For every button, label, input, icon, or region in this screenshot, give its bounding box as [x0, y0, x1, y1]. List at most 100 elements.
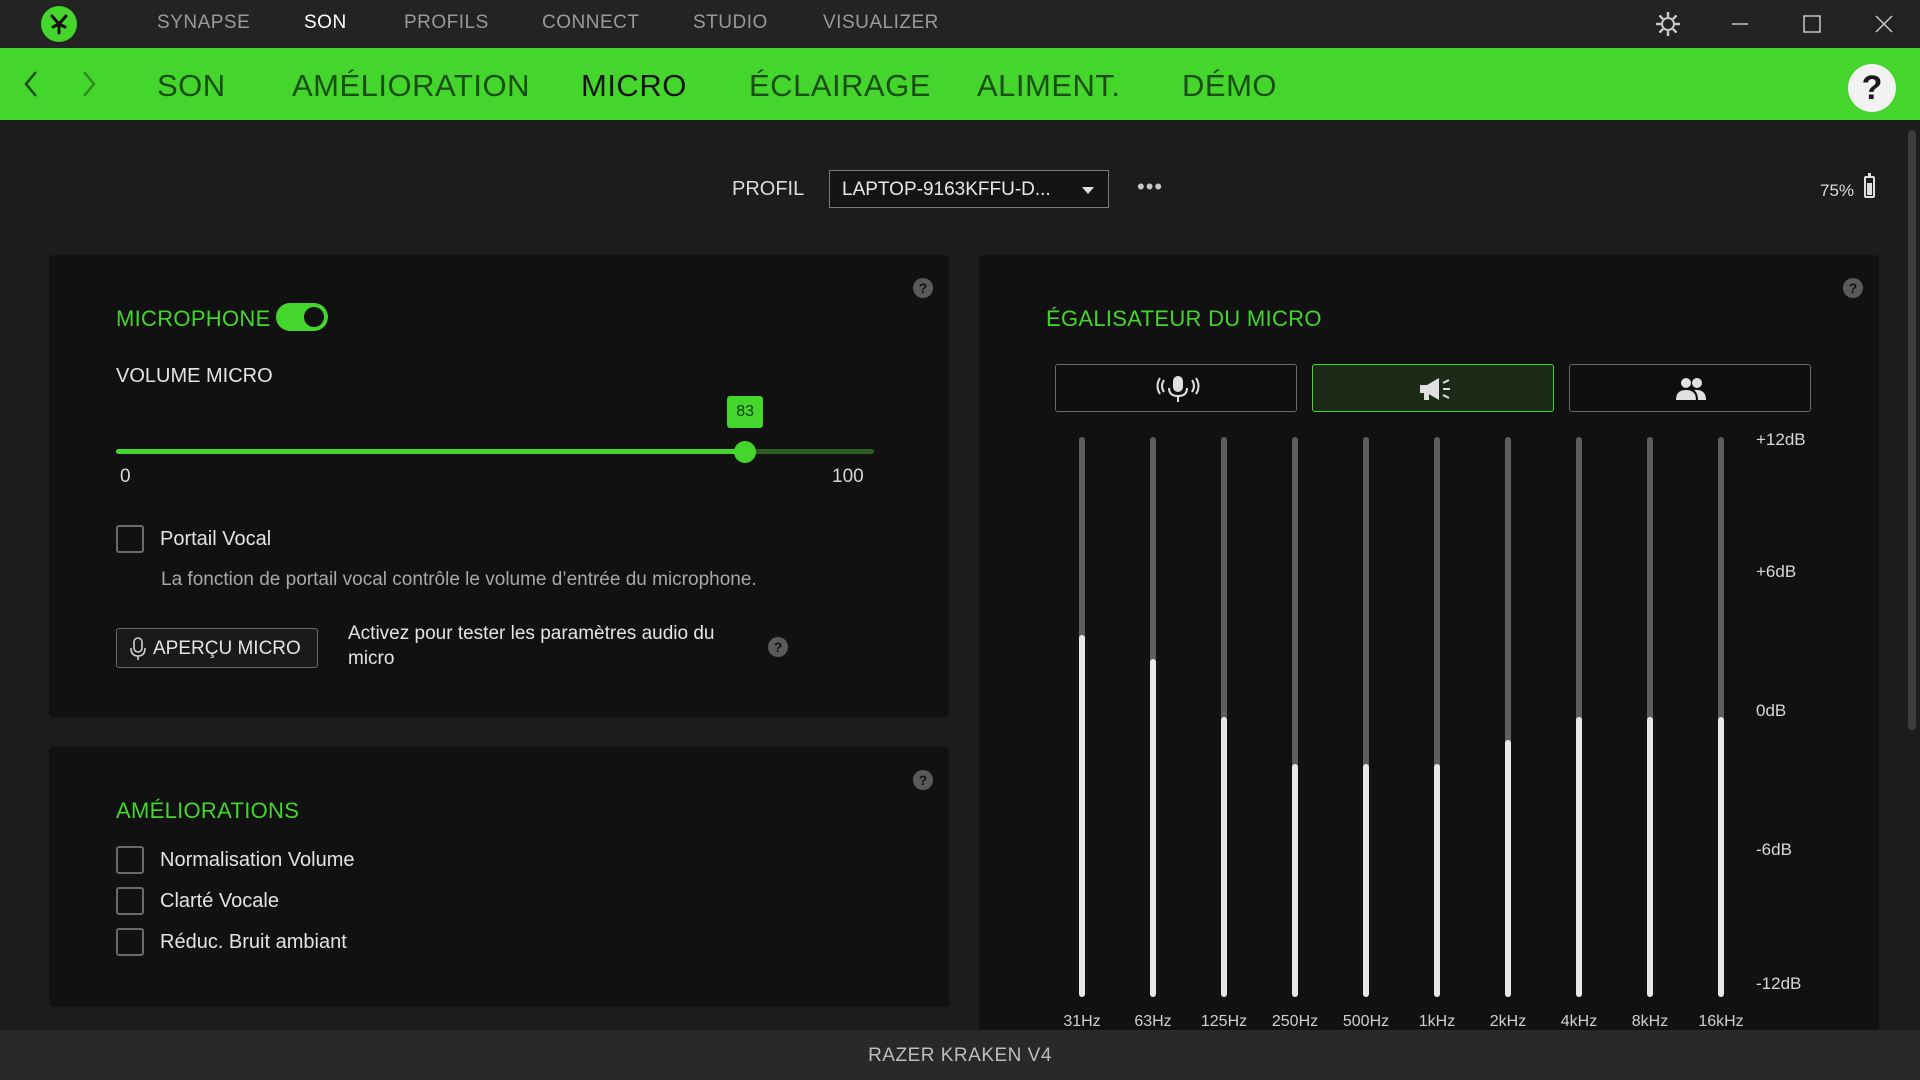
razer-logo-icon[interactable]: [41, 6, 77, 42]
equalizer-help-icon[interactable]: ?: [1843, 278, 1863, 298]
sub-nav-bar: SON AMÉLIORATION MICRO ÉCLAIRAGE ALIMENT…: [0, 48, 1920, 120]
eq-band-level: [1576, 717, 1582, 997]
preset-group-button[interactable]: [1569, 364, 1811, 412]
microphone-title: MICROPHONE: [116, 306, 271, 331]
eq-band-level: [1079, 635, 1085, 997]
clarte-vocale-label: Clarté Vocale: [160, 890, 279, 912]
volume-slider-fill: [116, 449, 746, 454]
eq-band-level: [1221, 717, 1227, 997]
eq-band-level: [1434, 764, 1440, 997]
eq-band-slider[interactable]: [1150, 437, 1156, 997]
noise-reduction-checkbox[interactable]: [116, 928, 144, 956]
top-nav-son[interactable]: SON: [304, 12, 347, 34]
microphone-help-icon[interactable]: ?: [913, 278, 933, 298]
voice-gate-checkbox[interactable]: [116, 525, 144, 553]
volume-max-label: 100: [832, 466, 864, 487]
eq-band-level: [1292, 764, 1298, 997]
tab-aliment[interactable]: ALIMENT.: [977, 68, 1121, 104]
db-label-0: 0dB: [1756, 701, 1787, 720]
normalisation-checkbox[interactable]: [116, 846, 144, 874]
eq-band-frequency-label: 250Hz: [1271, 1013, 1319, 1030]
eq-band-frequency-label: 500Hz: [1342, 1013, 1390, 1030]
voice-gate-description: La fonction de portail vocal contrôle le…: [161, 569, 757, 590]
maximize-icon[interactable]: [1798, 10, 1826, 38]
preset-megaphone-button[interactable]: [1312, 364, 1554, 412]
battery-level: 75%: [1820, 181, 1855, 200]
device-name: RAZER KRAKEN V4: [868, 1045, 1052, 1066]
tab-son[interactable]: SON: [157, 68, 226, 104]
top-nav-synapse[interactable]: SYNAPSE: [157, 12, 250, 34]
db-label-plus12: +12dB: [1756, 430, 1806, 449]
minimize-icon[interactable]: [1726, 10, 1754, 38]
preset-voice-button[interactable]: [1055, 364, 1297, 412]
volume-slider-thumb[interactable]: [734, 441, 757, 463]
db-label-minus12: -12dB: [1756, 974, 1802, 993]
scrollbar[interactable]: [1908, 130, 1916, 730]
tab-amelioration[interactable]: AMÉLIORATION: [292, 68, 530, 104]
enhancements-title: AMÉLIORATIONS: [116, 798, 300, 823]
normalisation-label: Normalisation Volume: [160, 849, 355, 871]
eq-band-slider[interactable]: [1363, 437, 1369, 997]
help-icon[interactable]: ?: [1848, 64, 1896, 112]
eq-band-slider[interactable]: [1576, 437, 1582, 997]
tab-demo[interactable]: DÉMO: [1182, 68, 1277, 104]
megaphone-icon: [1417, 375, 1453, 408]
eq-band-level: [1363, 764, 1369, 997]
preview-description-line2: micro: [348, 648, 395, 669]
top-nav-profils[interactable]: PROFILS: [404, 12, 489, 34]
eq-band-level: [1718, 717, 1724, 997]
eq-band-frequency-label: 2kHz: [1489, 1013, 1527, 1030]
battery-icon: [1864, 173, 1875, 198]
eq-band-slider[interactable]: [1505, 437, 1511, 997]
forward-arrow-icon[interactable]: [76, 66, 100, 102]
preview-micro-button[interactable]: APERÇU MICRO: [116, 628, 318, 668]
profile-label: PROFIL: [732, 178, 805, 200]
enhancements-help-icon[interactable]: ?: [913, 770, 933, 790]
eq-band-level: [1505, 740, 1511, 997]
toggle-knob: [304, 307, 324, 327]
microphone-icon: [129, 636, 147, 667]
db-label-plus6: +6dB: [1756, 562, 1797, 581]
tab-eclairage[interactable]: ÉCLAIRAGE: [749, 68, 931, 104]
eq-band-slider[interactable]: [1718, 437, 1724, 997]
back-arrow-icon[interactable]: [20, 66, 44, 102]
eq-band-frequency-label: 63Hz: [1134, 1013, 1172, 1030]
preview-micro-label: APERÇU MICRO: [153, 638, 301, 659]
eq-band-frequency-label: 4kHz: [1560, 1013, 1598, 1030]
eq-band-level: [1150, 659, 1156, 997]
db-label-minus6: -6dB: [1756, 840, 1792, 859]
eq-band-slider[interactable]: [1292, 437, 1298, 997]
title-bar: SYNAPSE SON PROFILS CONNECT STUDIO VISUA…: [0, 0, 1920, 48]
eq-band-slider[interactable]: [1079, 437, 1085, 997]
noise-reduction-label: Réduc. Bruit ambiant: [160, 931, 347, 953]
eq-band-slider[interactable]: [1647, 437, 1653, 997]
eq-band-frequency-label: 8kHz: [1631, 1013, 1669, 1030]
people-icon: [1674, 375, 1708, 408]
microphone-voice-icon: [1156, 374, 1200, 409]
volume-min-label: 0: [120, 466, 131, 487]
close-icon[interactable]: [1870, 10, 1898, 38]
preview-help-icon[interactable]: ?: [768, 637, 788, 657]
microphone-toggle[interactable]: [276, 303, 328, 331]
more-options-icon[interactable]: •••: [1137, 174, 1163, 200]
volume-micro-label: VOLUME MICRO: [116, 365, 273, 387]
equalizer-title: ÉGALISATEUR DU MICRO: [1046, 306, 1322, 331]
eq-band-level: [1647, 717, 1653, 997]
top-nav-studio[interactable]: STUDIO: [693, 12, 768, 34]
eq-band-frequency-label: 125Hz: [1200, 1013, 1248, 1030]
profile-selected: LAPTOP-9163KFFU-D...: [842, 179, 1051, 200]
eq-band-frequency-label: 1kHz: [1418, 1013, 1456, 1030]
top-nav-connect[interactable]: CONNECT: [542, 12, 639, 34]
clarte-vocale-checkbox[interactable]: [116, 887, 144, 915]
chevron-down-icon: [1082, 187, 1094, 194]
profile-dropdown[interactable]: LAPTOP-9163KFFU-D...: [829, 170, 1109, 208]
eq-band-frequency-label: 16kHz: [1698, 1013, 1744, 1030]
eq-band-slider[interactable]: [1434, 437, 1440, 997]
top-nav-visualizer[interactable]: VISUALIZER: [823, 12, 939, 34]
settings-gear-icon[interactable]: [1654, 10, 1682, 38]
voice-gate-label: Portail Vocal: [160, 528, 272, 550]
volume-value-bubble: 83: [727, 396, 764, 428]
eq-band-slider[interactable]: [1221, 437, 1227, 997]
eq-band-frequency-label: 31Hz: [1063, 1013, 1101, 1030]
tab-micro[interactable]: MICRO: [581, 68, 687, 104]
